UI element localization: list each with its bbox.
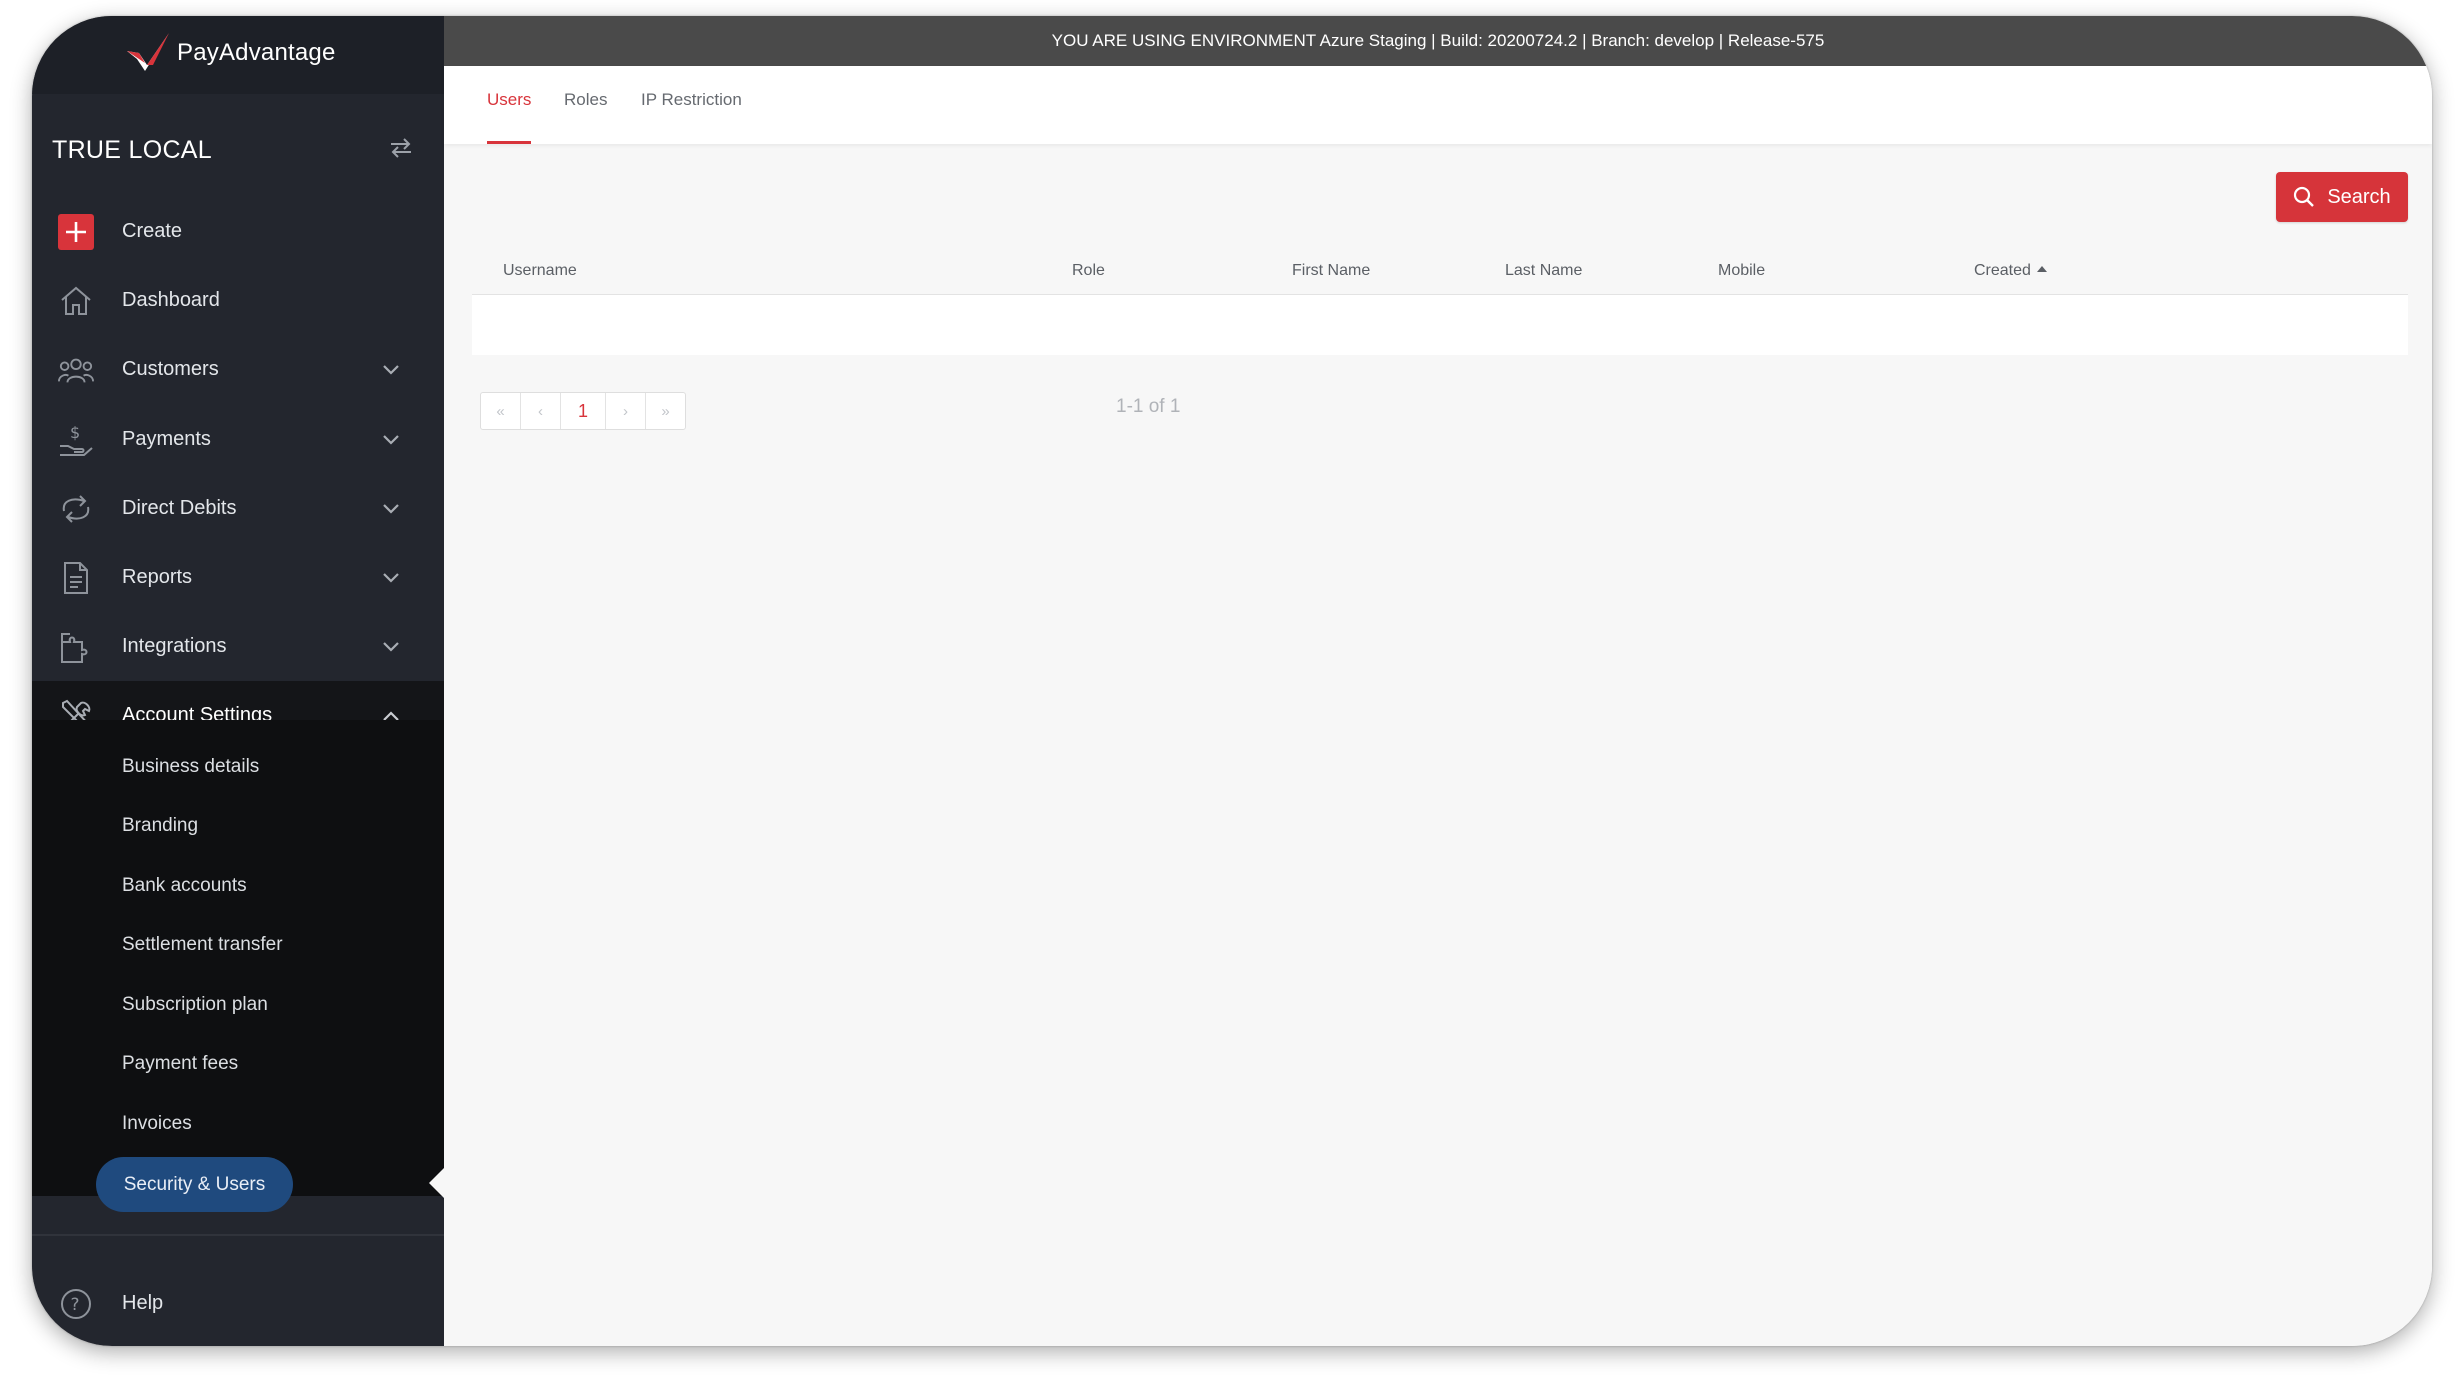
pagination: « ‹ 1 › » (480, 392, 686, 430)
org-switcher: TRUE LOCAL (52, 128, 432, 172)
table-header: Username Role First Name Last Name Mobil… (472, 246, 2408, 295)
sidebar-item-label: Customers (122, 358, 219, 380)
column-first-name[interactable]: First Name (1292, 262, 1370, 280)
active-pointer (429, 1168, 444, 1198)
submenu-item-subscription-plan[interactable]: Subscription plan (122, 994, 268, 1016)
column-mobile[interactable]: Mobile (1718, 262, 1765, 280)
org-name: TRUE LOCAL (52, 135, 212, 164)
last-page-button[interactable]: » (646, 393, 685, 429)
sidebar-item-payments[interactable]: $ Payments (32, 405, 444, 474)
first-page-button[interactable]: « (481, 393, 521, 429)
sidebar-item-label: Payments (122, 428, 211, 450)
table-body-empty (472, 295, 2408, 355)
chevron-down-icon (380, 429, 402, 451)
sidebar-item-customers[interactable]: Customers (32, 335, 444, 404)
sidebar-item-reports[interactable]: Reports (32, 543, 444, 612)
search-button[interactable]: Search (2276, 172, 2408, 222)
sidebar-item-dashboard[interactable]: Dashboard (32, 266, 444, 335)
sidebar: PayAdvantage TRUE LOCAL Create Dashboard… (32, 16, 444, 1346)
search-icon (2294, 186, 2315, 207)
submenu-item-settlement-transfer[interactable]: Settlement transfer (122, 934, 283, 956)
prev-page-button[interactable]: ‹ (521, 393, 561, 429)
repeat-icon (58, 491, 94, 527)
sort-ascending-icon (2036, 265, 2047, 272)
column-last-name[interactable]: Last Name (1505, 262, 1582, 280)
sidebar-item-label: Create (122, 220, 183, 242)
submenu-item-payment-fees[interactable]: Payment fees (122, 1053, 238, 1075)
brand-name: PayAdvantage (177, 39, 336, 66)
home-icon (58, 283, 94, 319)
submenu-item-business-details[interactable]: Business details (122, 756, 259, 778)
svg-text:$: $ (70, 423, 80, 442)
tab-ip-restriction[interactable]: IP Restriction (641, 90, 742, 110)
sidebar-item-label: Help (122, 1292, 164, 1314)
column-created[interactable]: Created (1974, 262, 2047, 280)
environment-banner: YOU ARE USING ENVIRONMENT Azure Staging … (444, 16, 2432, 66)
pagination-info: 1-1 of 1 (1116, 396, 1181, 417)
tab-users[interactable]: Users (487, 90, 531, 110)
next-page-button[interactable]: › (606, 393, 646, 429)
column-username[interactable]: Username (503, 262, 577, 280)
chevron-down-icon (380, 359, 402, 381)
tabs-bar: Users Roles IP Restriction (444, 66, 2432, 144)
submenu-item-branding[interactable]: Branding (122, 815, 198, 837)
svg-text:?: ? (71, 1295, 80, 1315)
users-icon (58, 352, 94, 388)
hand-dollar-icon: $ (58, 422, 94, 458)
sidebar-item-label: Reports (122, 566, 193, 588)
column-created-label: Created (1974, 262, 2031, 279)
tab-roles[interactable]: Roles (564, 90, 607, 110)
sidebar-item-label: Integrations (122, 635, 227, 657)
puzzle-icon (58, 629, 94, 665)
main-content: YOU ARE USING ENVIRONMENT Azure Staging … (444, 16, 2432, 1346)
sidebar-item-help[interactable]: ? Help (32, 1269, 444, 1338)
submenu-item-bank-accounts[interactable]: Bank accounts (122, 875, 247, 897)
brand-check-icon (127, 33, 169, 71)
brand-logo[interactable]: PayAdvantage (125, 28, 336, 78)
sidebar-item-label: Dashboard (122, 289, 220, 311)
submenu-item-security-users[interactable]: Security & Users (96, 1157, 293, 1212)
switch-org-icon[interactable] (388, 137, 414, 164)
logo-bar: PayAdvantage (32, 16, 444, 94)
account-settings-submenu (32, 720, 444, 1196)
sidebar-item-label: Direct Debits (122, 497, 237, 519)
plus-icon (58, 213, 94, 250)
submenu-item-invoices[interactable]: Invoices (122, 1113, 192, 1135)
sidebar-divider (32, 1234, 444, 1236)
document-icon (58, 560, 94, 596)
sidebar-item-integrations[interactable]: Integrations (32, 612, 444, 681)
app-window: PayAdvantage TRUE LOCAL Create Dashboard… (32, 16, 2432, 1346)
chevron-down-icon (380, 567, 402, 589)
chevron-down-icon (380, 498, 402, 520)
active-tab-indicator (487, 141, 531, 144)
help-icon: ? (58, 1286, 94, 1322)
search-button-label: Search (2327, 185, 2391, 208)
column-role[interactable]: Role (1072, 262, 1105, 280)
sidebar-item-create[interactable]: Create (32, 197, 444, 266)
current-page-button[interactable]: 1 (561, 393, 606, 429)
sidebar-item-direct-debits[interactable]: Direct Debits (32, 474, 444, 543)
chevron-down-icon (380, 636, 402, 658)
